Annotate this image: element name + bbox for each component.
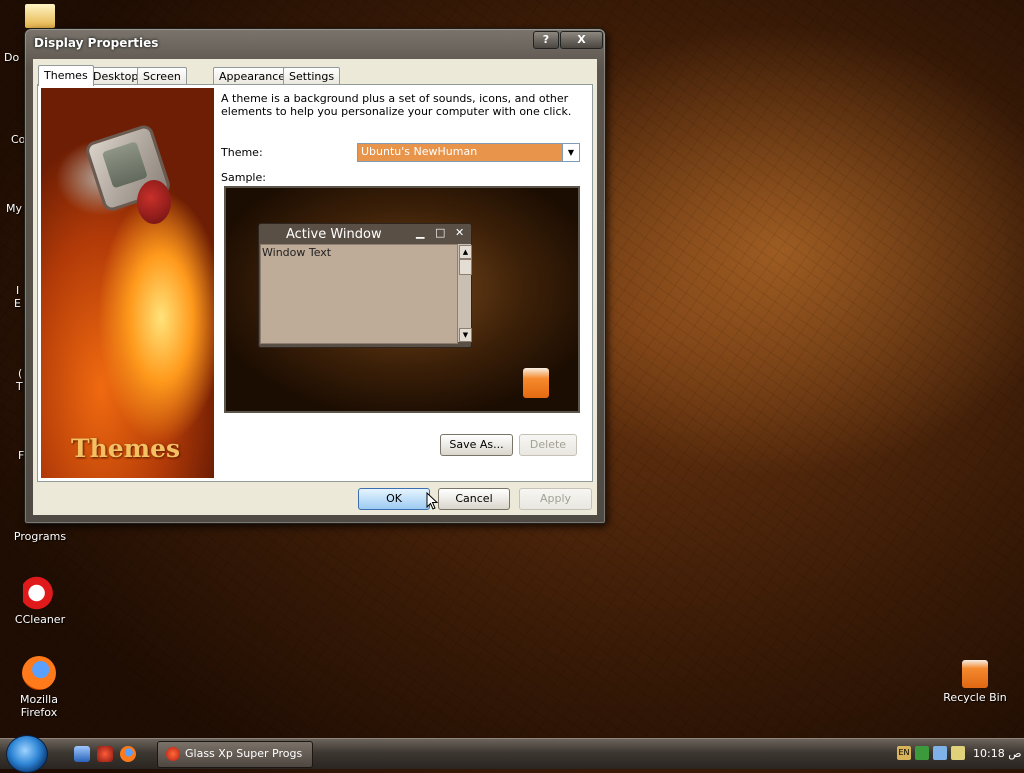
desktop-icon-label: Recycle Bin xyxy=(943,691,1007,704)
clock[interactable]: 10:18 ص xyxy=(973,747,1022,760)
taskbar-button-label: Glass Xp Super Progs xyxy=(185,747,303,760)
ccleaner-icon xyxy=(23,576,57,610)
mouse-cursor-icon xyxy=(426,492,438,510)
recycle-bin-icon xyxy=(962,660,988,688)
desktop-icon-recycle-bin[interactable]: Recycle Bin xyxy=(935,660,1015,704)
tab-desktop[interactable]: Desktop xyxy=(87,67,145,85)
system-tray: EN 10:18 ص xyxy=(895,741,1023,767)
quick-launch-app-icon[interactable] xyxy=(97,746,113,762)
firefox-icon[interactable] xyxy=(120,746,136,762)
cancel-button[interactable]: Cancel xyxy=(438,488,510,510)
maximize-icon: □ xyxy=(435,226,446,239)
desktop-icon-programs[interactable]: Programs xyxy=(0,530,80,543)
desktop-icon-label: CCleaner xyxy=(14,613,66,626)
tab-appearance[interactable]: Appearance xyxy=(213,67,292,85)
sample-scrollbar: ▲ ▼ xyxy=(457,244,472,342)
tab-screen-saver[interactable]: Screen Saver xyxy=(137,67,187,100)
sample-window-body: Window Text xyxy=(260,244,458,344)
brush-icon xyxy=(137,180,171,224)
desktop-partial-label: E xyxy=(14,297,21,310)
show-desktop-icon[interactable] xyxy=(74,746,90,762)
recycle-bin-icon xyxy=(523,368,549,398)
themes-panel: Themes A theme is a background plus a se… xyxy=(37,84,593,482)
theme-sample-preview: Active Window ▁ □ ✕ Window Text ▲ ▼ xyxy=(224,186,580,413)
firefox-icon xyxy=(22,656,56,690)
tab-settings[interactable]: Settings xyxy=(283,67,341,85)
delete-button[interactable]: Delete xyxy=(519,434,577,456)
desktop-partial-label: I xyxy=(16,284,20,297)
scroll-up-icon: ▲ xyxy=(459,245,472,259)
themes-banner-image: Themes xyxy=(41,88,214,478)
help-button[interactable]: ? xyxy=(533,31,559,49)
theme-description: A theme is a background plus a set of so… xyxy=(221,92,572,118)
desktop-icon-label: Mozilla Firefox xyxy=(20,693,58,719)
desktop-icon-documents[interactable] xyxy=(0,0,80,30)
desktop-partial-label: T xyxy=(16,380,23,393)
theme-select[interactable]: Ubuntu's NewHuman ▼ xyxy=(357,143,580,162)
save-as-button[interactable]: Save As... xyxy=(440,434,513,456)
tab-themes[interactable]: Themes xyxy=(38,65,94,86)
scroll-down-icon: ▼ xyxy=(459,328,472,342)
sample-label: Sample: xyxy=(221,171,266,184)
banner-title: Themes xyxy=(71,434,181,463)
close-icon: X xyxy=(577,33,586,46)
window-title: Display Properties xyxy=(34,36,159,50)
theme-select-value: Ubuntu's NewHuman xyxy=(361,145,478,158)
theme-label: Theme: xyxy=(221,146,263,159)
ok-button[interactable]: OK xyxy=(358,488,430,510)
dialog-client: Themes Desktop Screen Saver Appearance S… xyxy=(33,59,597,515)
language-indicator[interactable]: EN xyxy=(897,746,911,760)
monitor-screen xyxy=(101,141,148,189)
folder-icon xyxy=(25,4,55,28)
network-icon[interactable] xyxy=(933,746,947,760)
scroll-thumb xyxy=(459,259,472,275)
desktop-icon-firefox[interactable]: Mozilla Firefox xyxy=(0,656,78,719)
close-icon: ✕ xyxy=(455,226,465,239)
chevron-down-icon[interactable]: ▼ xyxy=(562,144,579,161)
sample-window-title: Active Window xyxy=(286,227,382,242)
taskbar: Glass Xp Super Progs EN 10:18 ص xyxy=(0,735,1024,773)
close-button[interactable]: X xyxy=(560,31,603,49)
sample-window-text: Window Text xyxy=(262,246,332,259)
desktop-icon-ccleaner[interactable]: CCleaner xyxy=(0,576,80,626)
taskbar-button-glass-xp[interactable]: Glass Xp Super Progs xyxy=(157,741,313,768)
display-properties-window: Display Properties ? X Themes Desktop Sc… xyxy=(24,28,606,524)
desktop-partial-label: My xyxy=(6,202,23,215)
desktop-partial-label: ( xyxy=(18,367,23,380)
tray-app-icon[interactable] xyxy=(951,746,965,760)
apply-button[interactable]: Apply xyxy=(519,488,592,510)
app-icon xyxy=(166,747,180,761)
desktop-icon-label: Programs xyxy=(13,530,67,543)
sample-active-window: Active Window ▁ □ ✕ Window Text ▲ ▼ xyxy=(258,223,472,348)
start-button[interactable] xyxy=(6,735,48,773)
shield-icon[interactable] xyxy=(915,746,929,760)
desktop-partial-label: Do xyxy=(4,51,20,64)
minimize-icon: ▁ xyxy=(416,226,425,239)
